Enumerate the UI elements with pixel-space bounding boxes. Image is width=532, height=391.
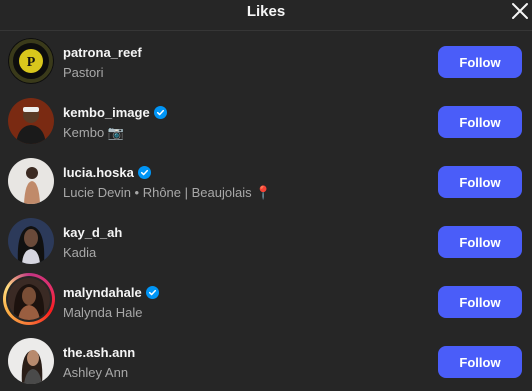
username[interactable]: kay_d_ah xyxy=(63,225,122,240)
svg-text:P: P xyxy=(27,55,36,70)
verified-badge-icon xyxy=(145,286,159,299)
avatar[interactable] xyxy=(8,338,54,384)
username[interactable]: lucia.hoska xyxy=(63,165,151,180)
verified-badge-icon xyxy=(153,106,167,119)
story-ring[interactable] xyxy=(3,273,55,325)
username[interactable]: the.ash.ann xyxy=(63,345,135,360)
full-name: Ashley Ann xyxy=(63,365,129,380)
follow-button[interactable]: Follow xyxy=(438,46,522,78)
username[interactable]: malyndahale xyxy=(63,285,159,300)
follow-button[interactable]: Follow xyxy=(438,106,522,138)
avatar[interactable] xyxy=(8,218,54,264)
username[interactable]: patrona_reef xyxy=(63,45,142,60)
list-item[interactable]: the.ash.ann Ashley Ann Follow xyxy=(0,331,532,391)
follow-button[interactable]: Follow xyxy=(438,346,522,378)
avatar[interactable] xyxy=(8,158,54,204)
close-icon xyxy=(512,3,528,19)
full-name: Kembo 📷 xyxy=(63,125,124,140)
list-item[interactable]: P patrona_reef Pastori Follow xyxy=(0,31,532,91)
follow-button[interactable]: Follow xyxy=(438,226,522,258)
list-item[interactable]: kay_d_ah Kadia Follow xyxy=(0,211,532,271)
avatar[interactable] xyxy=(8,278,50,320)
avatar[interactable] xyxy=(8,98,54,144)
follow-button[interactable]: Follow xyxy=(438,286,522,318)
list-item[interactable]: lucia.hoska Lucie Devin • Rhône | Beaujo… xyxy=(0,151,532,211)
follow-button[interactable]: Follow xyxy=(438,166,522,198)
close-button[interactable] xyxy=(508,0,532,24)
avatar[interactable]: P xyxy=(8,38,54,84)
full-name: Lucie Devin • Rhône | Beaujolais 📍 xyxy=(63,185,272,200)
username[interactable]: kembo_image xyxy=(63,105,167,120)
likes-header: Likes xyxy=(0,0,532,31)
list-item[interactable]: malyndahale Malynda Hale Follow xyxy=(0,271,532,331)
verified-badge-icon xyxy=(137,166,151,179)
full-name: Malynda Hale xyxy=(63,305,143,320)
dialog-title: Likes xyxy=(246,3,286,20)
full-name: Kadia xyxy=(63,245,97,260)
full-name: Pastori xyxy=(63,65,104,80)
list-item[interactable]: kembo_image Kembo 📷 Follow xyxy=(0,91,532,151)
